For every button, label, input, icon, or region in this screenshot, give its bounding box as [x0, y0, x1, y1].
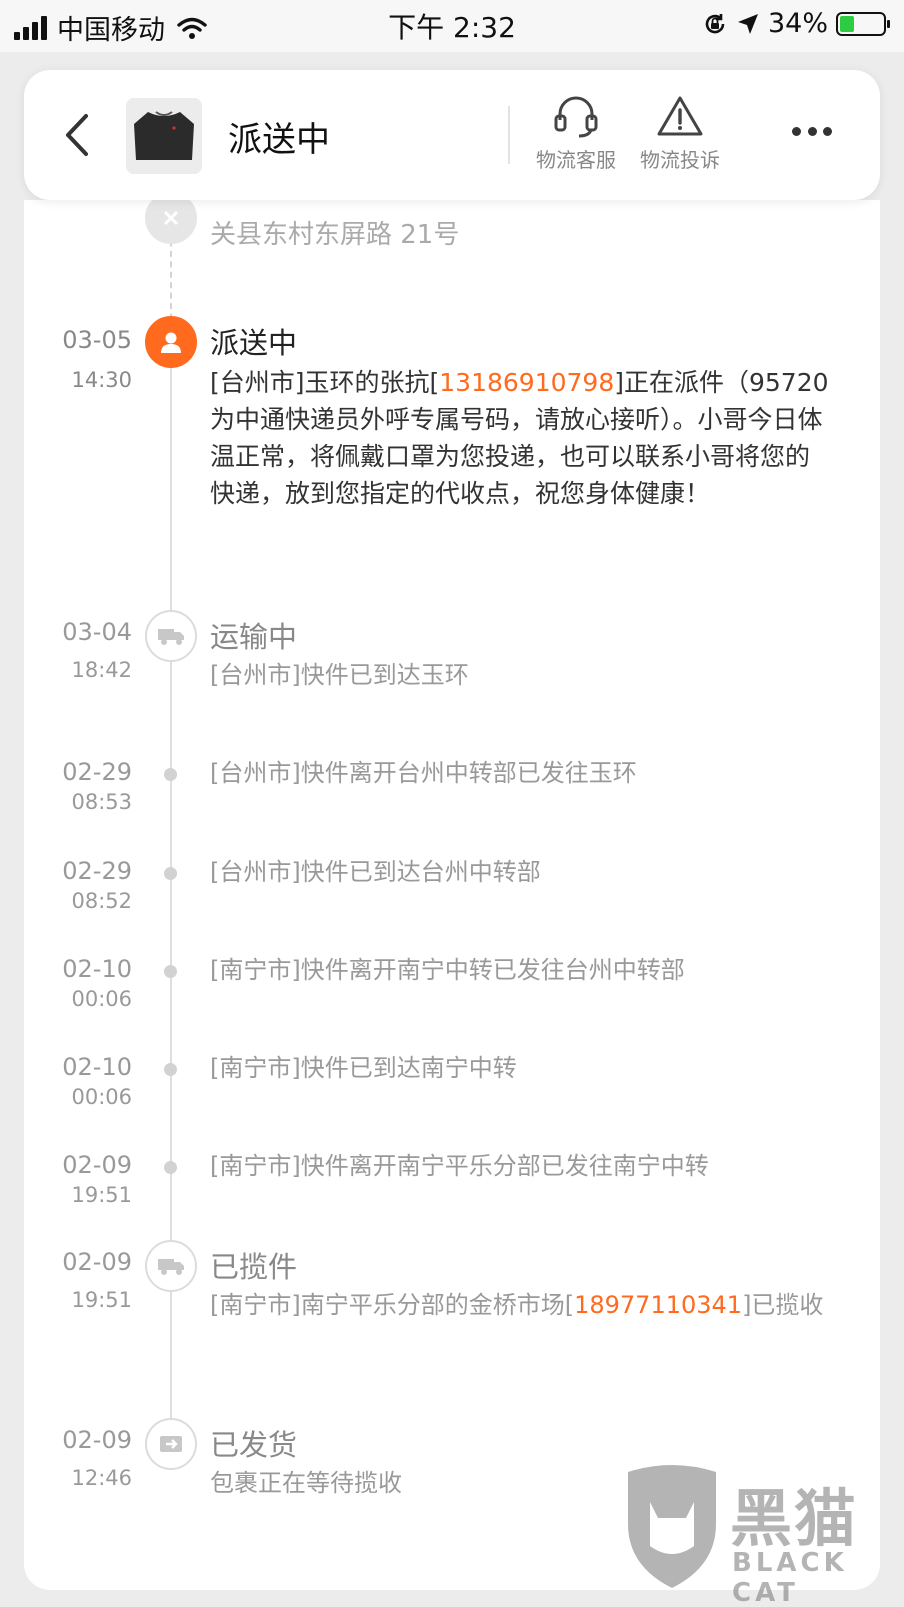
logistics-service-button[interactable]: 物流客服 — [528, 94, 624, 173]
truck-icon — [158, 629, 184, 645]
event-time: 00:06 — [71, 1085, 132, 1109]
battery-percent: 34% — [767, 8, 828, 39]
event-title: 派送中 — [210, 326, 298, 360]
sweater-thumbnail — [126, 98, 202, 174]
event-date: 02-09 — [62, 1426, 132, 1454]
event-time: 08:53 — [71, 790, 132, 814]
logistics-header: 派送中 物流客服 物流投诉 — [24, 70, 880, 200]
event-text-pre: [南宁市]南宁平乐分部的金桥市场[ — [210, 1291, 575, 1319]
timeline-dot — [164, 965, 177, 978]
status-right: 34% — [702, 8, 890, 39]
headset-icon — [554, 96, 598, 138]
event-time: 18:42 — [71, 658, 132, 682]
page-title: 派送中 — [228, 120, 330, 160]
event-time: 08:52 — [71, 889, 132, 913]
cat-shield-logo-icon — [628, 1465, 716, 1588]
more-dots-icon[interactable] — [792, 116, 832, 146]
timeline-node — [145, 1418, 197, 1470]
pickup-phone-link[interactable]: 18977110341 — [574, 1291, 742, 1319]
event-description: [南宁市]快件离开南宁平乐分部已发往南宁中转 — [210, 1152, 709, 1180]
battery-level — [840, 15, 855, 32]
event-time: 00:06 — [71, 987, 132, 1011]
timeline-dot — [164, 768, 177, 781]
event-date: 03-05 — [62, 326, 132, 354]
logistics-detail-card: 关县东村东屏路 21号 03-05 14:30 派送中 [台州市]玉环的张抗[1… — [24, 192, 880, 1590]
event-time: 19:51 — [71, 1288, 132, 1312]
courier-phone-link[interactable]: 13186910798 — [439, 368, 614, 397]
event-date: 02-29 — [62, 857, 132, 885]
back-arrow-icon[interactable] — [58, 110, 98, 160]
logistics-complaint-label: 物流投诉 — [640, 148, 720, 172]
watermark-cn: 黑猫 — [730, 1482, 859, 1555]
warning-triangle-icon — [657, 96, 703, 136]
pickup-truck-icon — [158, 1259, 184, 1275]
black-cat-watermark: 黑猫 BLACK CAT — [620, 1462, 890, 1607]
event-description: [南宁市]南宁平乐分部的金桥市场[18977110341]已揽收 — [210, 1286, 830, 1324]
timeline-dot — [164, 867, 177, 880]
event-description: [南宁市]快件已到达南宁中转 — [210, 1054, 517, 1082]
event-description: [台州市]快件已到达台州中转部 — [210, 858, 541, 886]
event-description: [南宁市]快件离开南宁中转已发往台州中转部 — [210, 956, 685, 984]
logistics-service-label: 物流客服 — [536, 148, 616, 172]
tracking-timeline: 关县东村东屏路 21号 03-05 14:30 派送中 [台州市]玉环的张抗[1… — [24, 192, 880, 1590]
timeline-node-active — [145, 316, 197, 368]
event-date: 03-04 — [62, 618, 132, 646]
location-arrow-icon — [737, 13, 758, 34]
header-divider — [508, 106, 510, 164]
timeline-connector — [170, 230, 172, 330]
battery-icon — [836, 11, 890, 36]
event-description: [台州市]快件已到达玉环 — [210, 661, 469, 689]
logistics-complaint-button[interactable]: 物流投诉 — [632, 94, 728, 173]
event-date: 02-29 — [62, 758, 132, 786]
timeline-node — [145, 610, 197, 662]
event-time: 14:30 — [71, 368, 132, 392]
partial-address-text: 关县东村东屏路 21号 — [210, 220, 460, 250]
event-date: 02-10 — [62, 1053, 132, 1081]
event-description: [台州市]玉环的张抗[13186910798]正在派件（95720为中通快递员外… — [210, 364, 830, 512]
shipped-box-icon — [160, 1436, 182, 1452]
product-thumbnail[interactable] — [126, 98, 202, 174]
status-bar: 中国移动 下午 2:32 34% — [0, 0, 904, 52]
timeline-dot — [164, 1063, 177, 1076]
event-title: 已发货 — [210, 1428, 298, 1462]
event-text-post: ]已揽收 — [742, 1291, 824, 1319]
person-icon — [161, 332, 181, 353]
event-title: 运输中 — [210, 620, 298, 654]
event-description: [台州市]快件离开台州中转部已发往玉环 — [210, 759, 637, 787]
event-date: 02-10 — [62, 955, 132, 983]
event-date: 02-09 — [62, 1151, 132, 1179]
timeline-dot — [164, 1161, 177, 1174]
event-time: 12:46 — [71, 1466, 132, 1490]
rotation-lock-icon — [705, 13, 725, 33]
event-date: 02-09 — [62, 1248, 132, 1276]
event-title: 已揽件 — [210, 1250, 298, 1284]
event-text-pre: [台州市]玉环的张抗[ — [210, 368, 440, 397]
watermark-en: BLACK CAT — [732, 1548, 848, 1607]
timeline-node — [145, 1240, 197, 1292]
timeline-event-delivering: 03-05 14:30 派送中 [台州市]玉环的张抗[13186910798]正… — [24, 316, 880, 550]
event-time: 19:51 — [71, 1183, 132, 1207]
sign-icon — [163, 210, 179, 226]
